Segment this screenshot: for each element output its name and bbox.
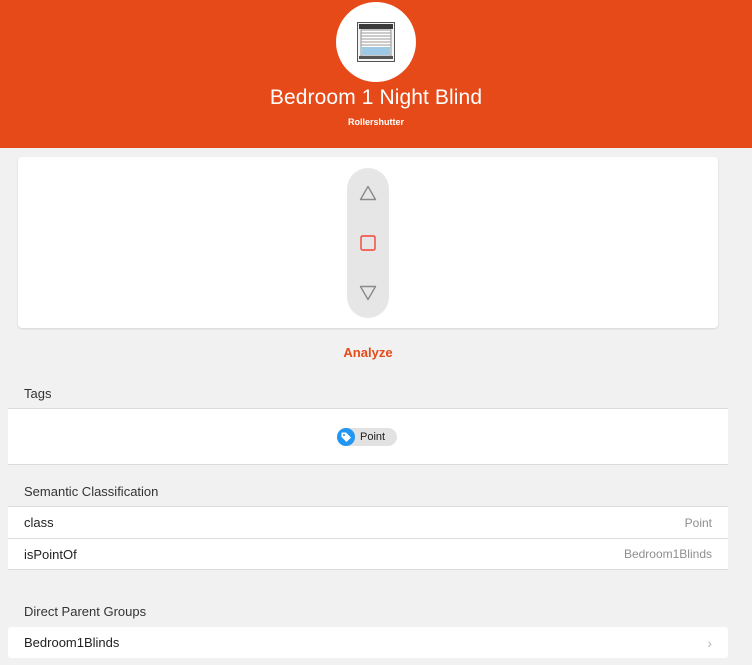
item-avatar <box>336 2 416 82</box>
semantic-list: class Point isPointOf Bedroom1Blinds <box>8 506 728 570</box>
semantic-section-title: Semantic Classification <box>24 484 159 499</box>
item-header: Bedroom 1 Night Blind Rollershutter <box>0 0 752 148</box>
parent-group-label: Bedroom1Blinds <box>24 635 120 650</box>
down-button[interactable] <box>347 273 389 313</box>
item-type: Rollershutter <box>347 117 404 127</box>
parent-groups-list: Bedroom1Blinds › <box>8 627 728 658</box>
chevron-right-icon: › <box>707 634 712 651</box>
semantic-key: isPointOf <box>24 546 77 562</box>
analyze-link[interactable]: Analyze <box>0 345 736 360</box>
tags-section-title: Tags <box>24 386 52 401</box>
semantic-value: Point <box>684 515 712 530</box>
parent-group-item[interactable]: Bedroom1Blinds › <box>8 627 728 658</box>
semantic-row-ispointof: isPointOf Bedroom1Blinds <box>8 538 728 569</box>
semantic-value: Bedroom1Blinds <box>623 547 712 561</box>
item-title: Bedroom 1 Night Blind <box>269 86 483 109</box>
rollershutter-controls <box>347 168 389 318</box>
tag-label: Point <box>360 431 386 443</box>
stop-button[interactable] <box>347 223 389 263</box>
rollershutter-icon <box>357 22 395 62</box>
tag-icon <box>337 428 355 446</box>
triangle-down-icon <box>359 285 377 301</box>
rollershutter-control-card <box>18 157 718 328</box>
tag-chip[interactable]: Point <box>337 428 397 446</box>
up-button[interactable] <box>347 173 389 213</box>
square-stop-icon <box>360 235 376 251</box>
triangle-up-icon <box>359 185 377 201</box>
semantic-row-class: class Point <box>8 507 728 538</box>
parent-groups-section-title: Direct Parent Groups <box>24 604 147 619</box>
semantic-key: class <box>24 515 54 530</box>
tags-list: Point <box>8 408 728 465</box>
